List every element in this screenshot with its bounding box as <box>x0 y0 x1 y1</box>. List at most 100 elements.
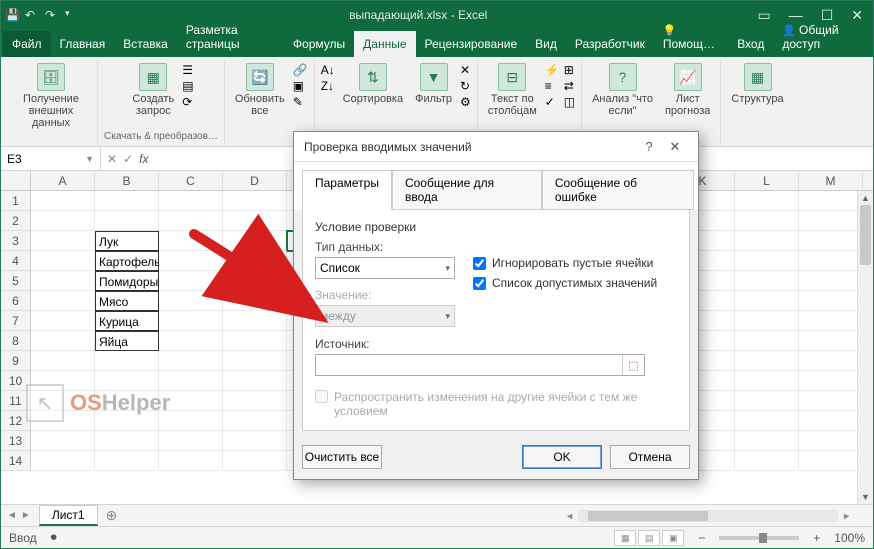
col-header[interactable]: M <box>799 171 863 190</box>
cancel-button[interactable]: Отмена <box>610 445 690 469</box>
cell[interactable] <box>735 311 799 331</box>
cell[interactable] <box>799 311 863 331</box>
cell[interactable] <box>31 331 95 351</box>
tab-data[interactable]: Данные <box>354 31 415 57</box>
row-header[interactable]: 14 <box>1 451 31 471</box>
sheet-prev-icon[interactable]: ◄ <box>7 510 17 521</box>
cell[interactable] <box>31 231 95 251</box>
cell[interactable] <box>223 311 287 331</box>
cell[interactable] <box>799 231 863 251</box>
cell[interactable] <box>223 211 287 231</box>
cell[interactable] <box>31 211 95 231</box>
share-button[interactable]: Общий доступ <box>773 17 871 57</box>
cell[interactable] <box>735 251 799 271</box>
hscroll-right-icon[interactable]: ► <box>842 511 851 521</box>
cell[interactable] <box>159 351 223 371</box>
new-sheet-icon[interactable]: ⊕ <box>106 507 118 524</box>
cancel-formula-icon[interactable]: ✕ <box>107 152 117 166</box>
cell[interactable] <box>735 431 799 451</box>
cell[interactable] <box>735 271 799 291</box>
cell[interactable] <box>799 251 863 271</box>
cell[interactable] <box>735 371 799 391</box>
row-header[interactable]: 6 <box>1 291 31 311</box>
dialog-help-icon[interactable]: ? <box>636 139 662 154</box>
cell[interactable] <box>799 391 863 411</box>
cell[interactable] <box>95 191 159 211</box>
new-query-button[interactable]: ▦ Создать запрос <box>128 61 178 119</box>
col-header[interactable]: L <box>735 171 799 190</box>
view-normal-icon[interactable]: ▦ <box>614 530 636 546</box>
cell[interactable] <box>223 331 287 351</box>
cell[interactable] <box>223 391 287 411</box>
horizontal-scrollbar[interactable] <box>578 510 838 522</box>
row-header[interactable]: 10 <box>1 371 31 391</box>
reapply-icon[interactable]: ↻ <box>460 79 471 93</box>
get-external-data-button[interactable]: 🗄 Получение внешних данных <box>11 61 91 131</box>
cell[interactable] <box>159 231 223 251</box>
tab-view[interactable]: Вид <box>526 31 566 57</box>
cell[interactable] <box>31 251 95 271</box>
col-header[interactable]: C <box>159 171 223 190</box>
cell[interactable] <box>159 291 223 311</box>
zoom-knob[interactable] <box>759 533 767 543</box>
cell[interactable] <box>159 451 223 471</box>
forecast-sheet-button[interactable]: 📈 Лист прогноза <box>661 61 714 119</box>
scroll-thumb[interactable] <box>860 205 871 265</box>
tab-home[interactable]: Главная <box>51 31 115 57</box>
tab-tellme[interactable]: Помощ… <box>654 17 728 57</box>
filter-button[interactable]: ▼ Фильтр <box>411 61 456 107</box>
cell[interactable] <box>95 391 159 411</box>
cell[interactable] <box>159 211 223 231</box>
cell[interactable] <box>31 291 95 311</box>
hscroll-thumb[interactable] <box>588 511 708 521</box>
cell[interactable] <box>799 291 863 311</box>
sort-button[interactable]: ⇅ Сортировка <box>339 61 407 107</box>
range-picker-icon[interactable]: ⬚ <box>622 355 644 375</box>
hscroll-left-icon[interactable]: ◄ <box>565 511 574 521</box>
col-header[interactable]: D <box>223 171 287 190</box>
cell[interactable] <box>159 271 223 291</box>
cell[interactable] <box>735 211 799 231</box>
cell[interactable] <box>735 451 799 471</box>
sheet-tab[interactable]: Лист1 <box>39 505 98 526</box>
view-pagebreak-icon[interactable]: ▣ <box>662 530 684 546</box>
cell[interactable] <box>31 391 95 411</box>
col-header[interactable]: B <box>95 171 159 190</box>
scroll-up-icon[interactable]: ▲ <box>858 191 873 205</box>
select-all-corner[interactable] <box>1 171 31 190</box>
cell[interactable] <box>159 431 223 451</box>
clear-filter-icon[interactable]: ✕ <box>460 63 471 77</box>
row-header[interactable]: 11 <box>1 391 31 411</box>
cell[interactable]: Картофель <box>95 251 159 271</box>
cell[interactable] <box>95 371 159 391</box>
cell[interactable] <box>223 291 287 311</box>
cell[interactable] <box>799 211 863 231</box>
cell[interactable]: Мясо <box>95 291 159 311</box>
cell[interactable] <box>31 451 95 471</box>
redo-icon[interactable]: ↷ <box>45 8 59 22</box>
name-box[interactable]: E3 ▼ <box>1 147 101 170</box>
qat-dropdown-icon[interactable]: ▾ <box>65 8 79 22</box>
cell[interactable] <box>31 191 95 211</box>
advanced-filter-icon[interactable]: ⚙ <box>460 95 471 109</box>
cell[interactable] <box>159 251 223 271</box>
cell[interactable] <box>735 351 799 371</box>
dialog-tab-error-alert[interactable]: Сообщение об ошибке <box>542 170 694 210</box>
zoom-out-icon[interactable]: − <box>698 531 705 545</box>
remove-duplicates-icon[interactable]: ≡ <box>545 79 560 93</box>
cell[interactable] <box>159 391 223 411</box>
cell[interactable] <box>159 311 223 331</box>
relationships-icon[interactable]: ⇄ <box>564 79 575 93</box>
data-model-icon[interactable]: ◫ <box>564 95 575 109</box>
zoom-level[interactable]: 100% <box>834 531 865 545</box>
cell[interactable] <box>223 251 287 271</box>
flash-fill-icon[interactable]: ⚡ <box>545 63 560 77</box>
signin-link[interactable]: Вход <box>728 31 773 57</box>
cell[interactable]: Помидоры <box>95 271 159 291</box>
row-header[interactable]: 2 <box>1 211 31 231</box>
dialog-tab-settings[interactable]: Параметры <box>302 170 392 210</box>
save-icon[interactable]: 💾 <box>5 8 19 22</box>
row-header[interactable]: 13 <box>1 431 31 451</box>
enter-formula-icon[interactable]: ✓ <box>123 152 133 166</box>
cell[interactable] <box>31 431 95 451</box>
